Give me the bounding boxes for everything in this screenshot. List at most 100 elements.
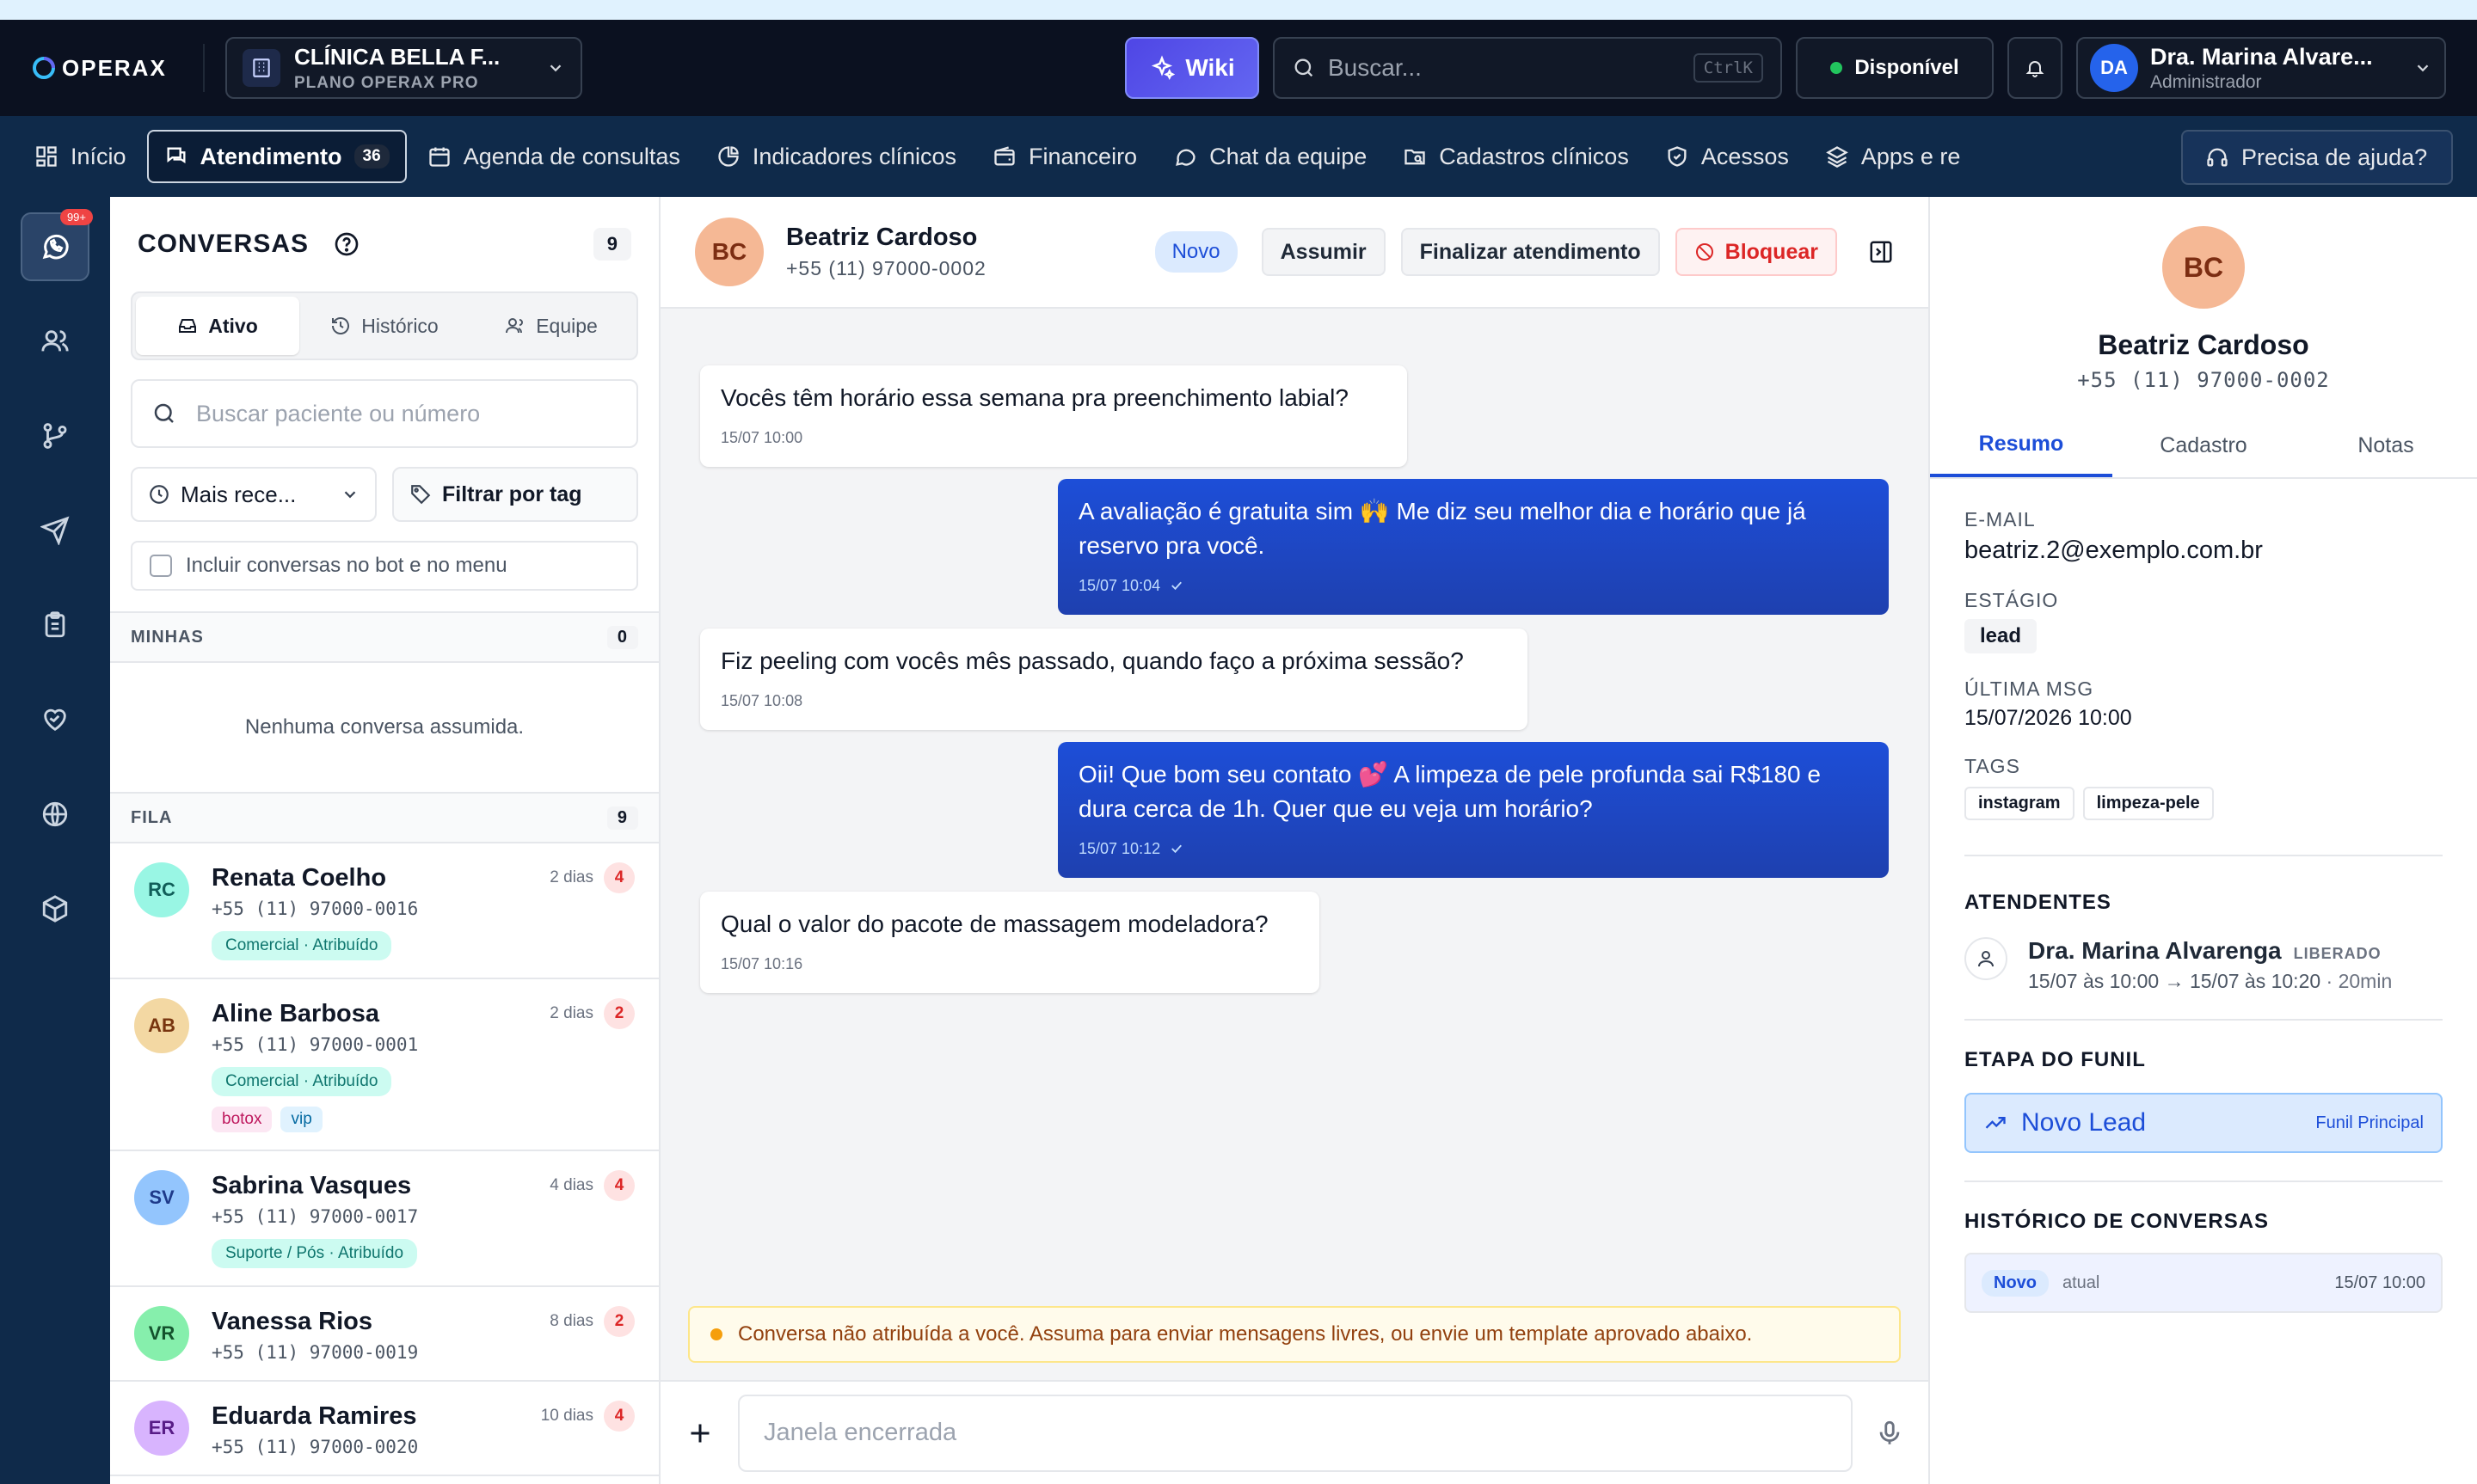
app-logo[interactable]: OPERAX (31, 55, 177, 82)
nav-item-chat-equipe[interactable]: Chat da equipe (1158, 130, 1382, 183)
tab-label: Equipe (536, 314, 598, 337)
tab-ativo[interactable]: Ativo (136, 297, 299, 355)
tab-equipe[interactable]: Equipe (470, 297, 633, 355)
attendant-duration: · 20min (2326, 970, 2393, 992)
user-menu[interactable]: DA Dra. Marina Alvare... Administrador (2076, 37, 2446, 99)
history-item[interactable]: Novo atual 15/07 10:00 (1964, 1253, 2443, 1313)
nav-label: Cadastros clínicos (1439, 143, 1629, 169)
nav-label: Início (71, 143, 126, 169)
funnel-stage-card[interactable]: Novo Lead Funil Principal (1964, 1093, 2443, 1153)
tab-historico[interactable]: Histórico (303, 297, 466, 355)
plus-icon[interactable] (685, 1418, 716, 1449)
avatar: BC (695, 218, 764, 286)
funnel-name: Funil Principal (2315, 1113, 2424, 1132)
headphones-icon (2205, 145, 2229, 169)
assume-button[interactable]: Assumir (1261, 228, 1386, 276)
nav-item-atendimento[interactable]: Atendimento 36 (146, 130, 407, 183)
nav-item-apps[interactable]: Apps e re (1810, 130, 1976, 183)
tab-notas[interactable]: Notas (2295, 414, 2477, 477)
microphone-icon[interactable] (1875, 1419, 1904, 1448)
nav-item-indicadores[interactable]: Indicadores clínicos (701, 130, 972, 183)
rail-packages[interactable] (21, 874, 89, 943)
unread-badge: 99+ (59, 209, 93, 225)
wiki-label: Wiki (1185, 54, 1235, 81)
nav-item-agenda[interactable]: Agenda de consultas (412, 130, 696, 183)
wiki-button[interactable]: Wiki (1125, 37, 1259, 99)
availability-status-button[interactable]: Disponível (1796, 37, 1994, 99)
contact-name: Sabrina Vasques (212, 1171, 412, 1199)
contact-name: Vanessa Rios (212, 1307, 372, 1335)
chat-panel: BC Beatriz Cardoso +55 (11) 97000-0002 N… (661, 197, 1928, 1484)
nav-item-inicio[interactable]: Início (19, 130, 142, 183)
rail-web[interactable] (21, 780, 89, 849)
block-button[interactable]: Bloquear (1675, 228, 1837, 276)
divider (1964, 1180, 2443, 1182)
tab-cadastro[interactable]: Cadastro (2112, 414, 2295, 477)
message-incoming: Fiz peeling com vocês mês passado, quand… (700, 629, 1527, 730)
message-incoming: Vocês têm horário essa semana pra preenc… (700, 365, 1407, 467)
nav-item-cadastros[interactable]: Cadastros clínicos (1387, 130, 1644, 183)
nav-item-acessos[interactable]: Acessos (1650, 130, 1804, 183)
sort-select[interactable]: Mais rece... (131, 467, 377, 522)
whatsapp-icon (40, 231, 71, 262)
globe-icon (40, 800, 70, 829)
conversation-item[interactable]: ER Eduarda Ramires 10 dias 4 +55 (11) 97000-… (110, 1382, 659, 1476)
chevron-down-icon (341, 485, 360, 504)
search-icon (1292, 56, 1316, 80)
nav-item-financeiro[interactable]: Financeiro (977, 130, 1152, 183)
rail-flows[interactable] (21, 402, 89, 470)
help-button[interactable]: Precisa de ajuda? (2181, 130, 2453, 185)
conversation-item[interactable]: AB Aline Barbosa 2 dias 2 +55 (11) 97000-000… (110, 979, 659, 1151)
include-bot-checkbox[interactable]: Incluir conversas no bot e no menu (131, 541, 638, 591)
package-icon (40, 894, 70, 923)
help-circle-icon[interactable] (333, 230, 360, 258)
checkbox-label: Incluir conversas no bot e no menu (186, 554, 507, 577)
clinic-selector[interactable]: CLÍNICA BELLA F... PLANO OPERAX PRO (225, 37, 582, 99)
tags-label: TAGS (1964, 755, 2020, 777)
ban-icon (1694, 242, 1715, 262)
nav-label: Chat da equipe (1209, 143, 1368, 169)
nav-count-badge: 36 (353, 144, 390, 169)
message-input[interactable]: Janela encerrada (738, 1394, 1853, 1472)
attendant-period: 15/07 às 10:00 → 15/07 às 10:20 (2028, 970, 2321, 992)
contact-name: Renata Coelho (212, 863, 387, 892)
finish-button[interactable]: Finalizar atendimento (1400, 228, 1660, 276)
unassigned-warning: Conversa não atribuída a você. Assuma pa… (688, 1306, 1901, 1363)
rail-records[interactable] (21, 591, 89, 659)
rail-campaigns[interactable] (21, 496, 89, 565)
conversation-search-input[interactable]: Buscar paciente ou número (131, 379, 638, 448)
avatar: RC (134, 862, 189, 917)
tab-resumo[interactable]: Resumo (1930, 414, 2112, 477)
tag-chip[interactable]: instagram (1964, 787, 2074, 820)
clinic-plan: PLANO OPERAX PRO (294, 73, 479, 92)
rail-contacts[interactable] (21, 307, 89, 376)
layers-icon (1825, 144, 1849, 169)
queue-tag: Comercial · Atribuído (212, 1067, 392, 1096)
last-activity: 4 dias (550, 1176, 593, 1194)
checkbox[interactable] (150, 555, 172, 577)
message-composer: Janela encerrada (661, 1380, 1928, 1484)
unread-badge: 2 (604, 998, 635, 1029)
tag-filter-button[interactable]: Filtrar por tag (392, 467, 638, 522)
contact-phone: +55 (11) 97000-0019 (212, 1342, 419, 1363)
panel-toggle-icon[interactable] (1868, 239, 1894, 265)
rail-whatsapp[interactable]: 99+ (21, 209, 93, 281)
attendants-title: ATENDENTES (1964, 891, 2111, 914)
conversation-item[interactable]: SV Sabrina Vasques 4 dias 4 +55 (11) 97000-0… (110, 1151, 659, 1287)
git-branch-icon (40, 421, 70, 451)
contact-phone: +55 (11) 97000-0001 (212, 1034, 419, 1055)
block-label: Bloquear (1724, 239, 1818, 264)
message-text: Oii! Que bom seu contato 💕 A limpeza de … (1079, 761, 1821, 788)
notifications-button[interactable] (2007, 37, 2062, 99)
conversation-item[interactable]: VR Vanessa Rios 8 dias 2 +55 (11) 97000-0019 (110, 1287, 659, 1382)
rail-care[interactable] (21, 685, 89, 754)
message-outgoing: A avaliação é gratuita sim 🙌 Me diz seu … (1058, 479, 1889, 615)
avatar: DA (2090, 44, 2138, 92)
stage-badge: lead (1964, 619, 2038, 653)
tag-chip[interactable]: limpeza-pele (2082, 787, 2214, 820)
message-circle-icon (1173, 144, 1197, 169)
tag-icon (409, 483, 432, 506)
global-search-input[interactable]: Buscar... CtrlK (1273, 37, 1782, 99)
user-icon (1964, 937, 2007, 980)
conversation-item[interactable]: RC Renata Coelho 2 dias 4 +55 (11) 97000-001… (110, 843, 659, 979)
